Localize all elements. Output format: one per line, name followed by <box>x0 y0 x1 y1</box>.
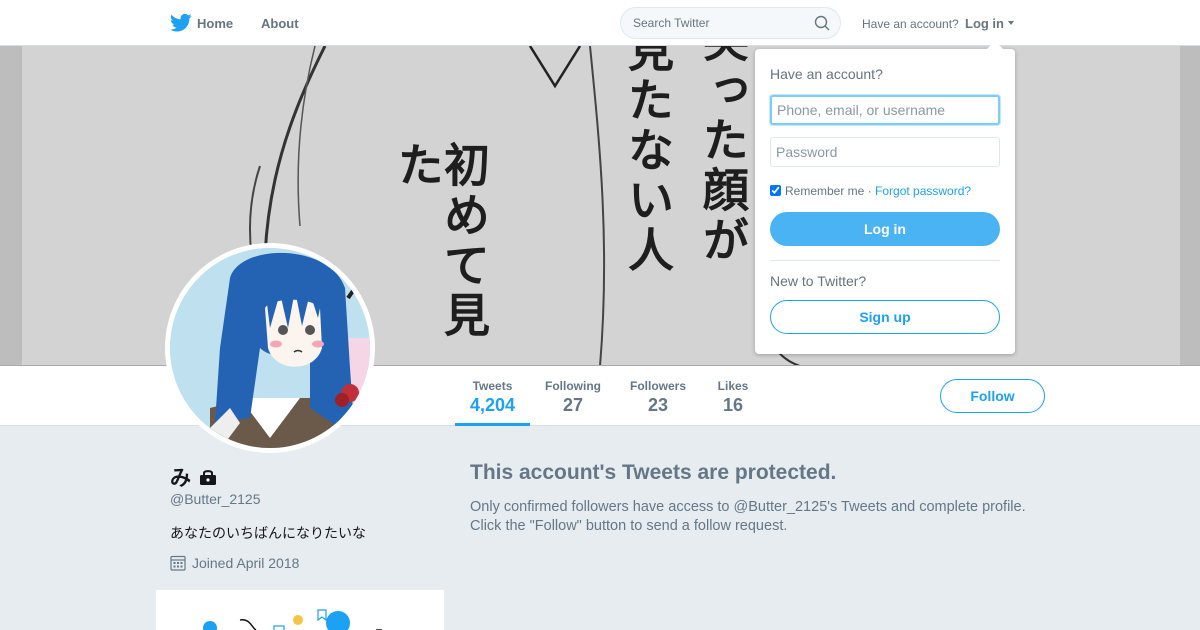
separator: · <box>864 184 876 198</box>
remember-row: Remember me · Forgot password? <box>770 184 971 198</box>
profile-name-row: み <box>170 462 217 490</box>
remember-me-label[interactable]: Remember me <box>785 184 864 198</box>
nav-about-link[interactable]: About <box>261 16 299 31</box>
avatar[interactable] <box>165 243 375 453</box>
password-field[interactable] <box>770 137 1000 167</box>
caret-down-icon[interactable] <box>1008 21 1014 25</box>
avatar-illustration <box>170 248 370 448</box>
stat-label: Following <box>545 379 601 393</box>
stat-label: Followers <box>629 379 686 393</box>
tweets-tab[interactable]: Tweets 4,204 <box>455 366 530 426</box>
stat-value: 27 <box>562 395 584 415</box>
search-input[interactable] <box>633 8 813 38</box>
search-box <box>620 7 841 39</box>
stat-label: Likes <box>717 379 749 393</box>
protected-description: Only confirmed followers have access to … <box>470 499 1026 534</box>
twitter-bird-logo-icon[interactable] <box>170 13 192 33</box>
media-card-illustration <box>203 609 382 630</box>
remember-me-checkbox[interactable] <box>770 185 781 196</box>
search-icon[interactable] <box>814 15 830 31</box>
divider <box>770 260 1000 261</box>
calendar-icon <box>170 555 186 571</box>
banner-text-column: 初めて見た <box>391 141 491 341</box>
followers-tab[interactable]: Followers 23 <box>622 366 694 426</box>
lock-icon <box>200 470 217 485</box>
likes-tab[interactable]: Likes 16 <box>708 366 758 426</box>
username-field[interactable] <box>770 95 1000 125</box>
follow-button[interactable]: Follow <box>940 379 1045 413</box>
nav-home-link[interactable]: Home <box>197 16 233 31</box>
have-account-label: Have an account? <box>862 17 959 31</box>
stat-value: 4,204 <box>469 395 516 415</box>
profile-display-name[interactable]: み <box>170 467 191 490</box>
login-dropdown-toggle[interactable]: Log in <box>965 16 1004 31</box>
stat-label: Tweets <box>472 379 513 393</box>
login-dropdown: Have an account? Remember me · Forgot pa… <box>755 41 1015 354</box>
forgot-password-link[interactable]: Forgot password? <box>875 184 971 198</box>
new-to-twitter-label: New to Twitter? <box>770 273 867 289</box>
banner-text-column: 笑った顔が <box>696 46 750 266</box>
dropdown-title: Have an account? <box>770 66 883 82</box>
stat-value: 23 <box>647 395 669 415</box>
protected-title: This account's Tweets are protected. <box>470 461 837 484</box>
joined-date: Joined April 2018 <box>192 555 300 571</box>
stat-value: 16 <box>722 395 744 415</box>
top-navigation-bar: Home About Have an account? Log in <box>0 0 1200 46</box>
media-card[interactable] <box>156 590 444 630</box>
signup-button[interactable]: Sign up <box>770 300 1000 334</box>
joined-date-row: Joined April 2018 <box>170 555 299 571</box>
banner-text-column: 見たない人 <box>621 46 675 276</box>
login-button[interactable]: Log in <box>770 212 1000 246</box>
following-tab[interactable]: Following 27 <box>538 366 608 426</box>
profile-bio: あなたのいちばんになりたいな <box>170 525 366 541</box>
profile-handle[interactable]: @Butter_2125 <box>170 491 261 507</box>
